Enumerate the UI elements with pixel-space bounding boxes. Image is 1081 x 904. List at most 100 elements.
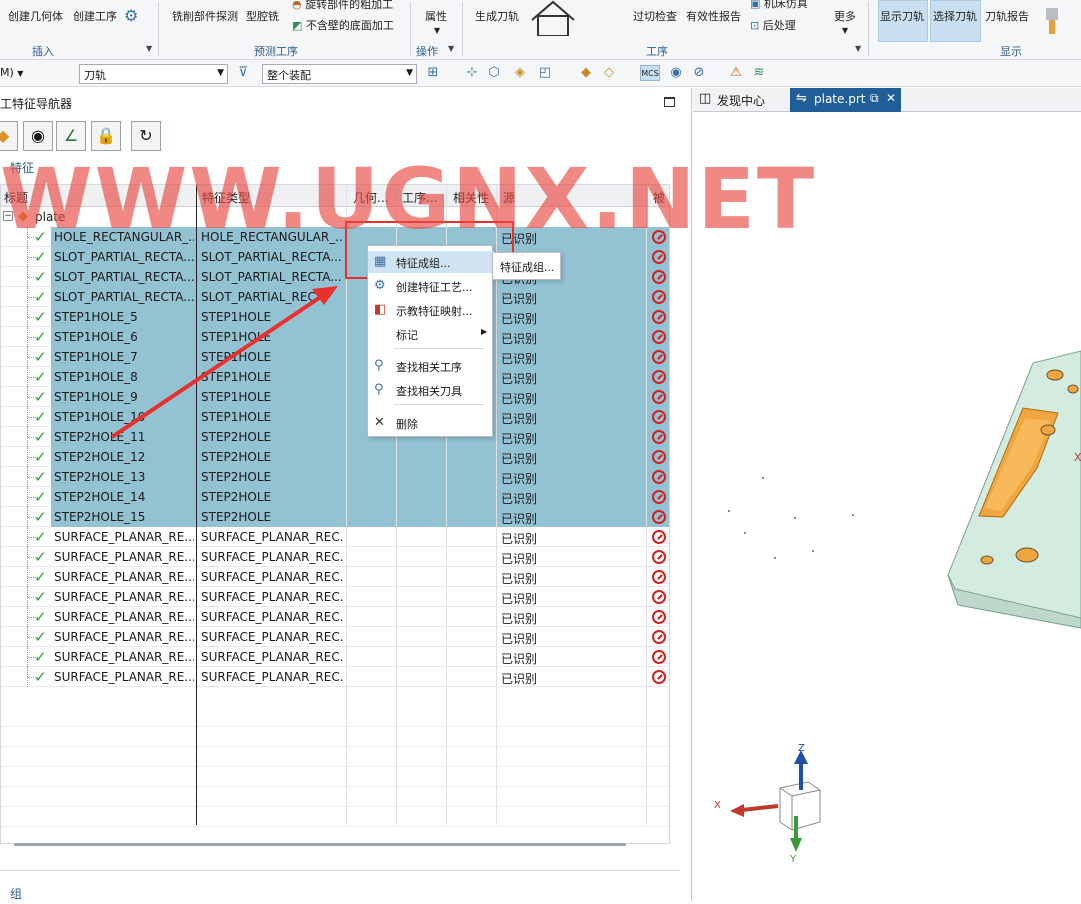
menu-item-feature-group[interactable]: ▦ 特征成组... [368, 251, 494, 273]
rotate-part-rough-button[interactable]: ◓ 旋转部件的粗加工 [292, 0, 393, 12]
chevron-down-icon[interactable]: ▼ [842, 26, 848, 35]
table-row[interactable]: ✓ STEP1HOLE_5 STEP1HOLE 已识别 [1, 307, 669, 327]
table-row[interactable]: ✓ STEP1HOLE_7 STEP1HOLE 已识别 [1, 347, 669, 367]
find-operation-icon: ⚲ [374, 358, 384, 373]
maximize-icon[interactable] [664, 97, 675, 107]
select-toolpath-button[interactable]: 选择刀轨 [933, 8, 977, 24]
table-row[interactable]: ✓ STEP1HOLE_10 STEP1HOLE 已识别 [1, 407, 669, 427]
column-header-relevance[interactable]: 相关性 [453, 189, 489, 206]
generate-toolpath-button[interactable]: 生成刀轨 [475, 8, 519, 24]
column-header-geometry[interactable]: 几何... [353, 189, 388, 206]
submenu[interactable]: 特征成组... [492, 252, 561, 280]
chevron-down-icon[interactable]: ▼ [448, 44, 454, 53]
table-row[interactable]: ✓ SURFACE_PLANAR_RE... SURFACE_PLANAR_REC.… [1, 607, 669, 627]
table-row[interactable]: ✓ STEP1HOLE_9 STEP1HOLE 已识别 [1, 387, 669, 407]
show-toolpath-button[interactable]: 显示刀轨 [880, 8, 924, 24]
table-row[interactable]: ✓ SURFACE_PLANAR_RE... SURFACE_PLANAR_REC.… [1, 527, 669, 547]
close-icon[interactable]: ✕ [886, 91, 896, 105]
menu-item-find-operation[interactable]: ⚲ 查找相关工序 [368, 355, 494, 377]
chevron-down-icon[interactable]: ▼ [855, 44, 861, 53]
empty-row [1, 787, 669, 807]
type-filter-combo[interactable]: 刀轨 ▼ [79, 64, 228, 84]
table-row[interactable]: ✓ STEP2HOLE_12 STEP2HOLE 已识别 [1, 447, 669, 467]
validity-report-button[interactable]: 有效性报告 [686, 8, 741, 24]
solid-icon[interactable]: ◆ [578, 65, 594, 81]
refresh-icon[interactable]: ↻ [131, 121, 161, 151]
popout-icon[interactable]: ⧉ [870, 91, 879, 106]
feature-title: STEP2HOLE_11 [54, 430, 146, 444]
table-row[interactable]: ✓ SURFACE_PLANAR_RE... SURFACE_PLANAR_REC.… [1, 587, 669, 607]
table-row[interactable]: ✓ STEP2HOLE_11 STEP2HOLE 已识别 [1, 427, 669, 447]
feature-type: SLOT_PARTIAL_RECTA... [201, 270, 342, 284]
feature-tool-icon[interactable]: ◆ [0, 121, 18, 151]
lock-view-icon[interactable]: 🔒 [91, 121, 121, 151]
scope-combo[interactable]: 整个装配 ▼ [262, 64, 417, 84]
column-header-source[interactable]: 源 [503, 189, 515, 206]
chevron-down-icon[interactable]: ▼ [434, 26, 440, 35]
snap-icon[interactable]: ⊞ [425, 65, 441, 81]
overcut-check-button[interactable]: 过切检查 [633, 8, 677, 24]
floor-icon: ◩ [292, 19, 306, 32]
table-row[interactable]: ✓ SURFACE_PLANAR_RE... SURFACE_PLANAR_REC.… [1, 627, 669, 647]
box-select-icon[interactable]: ◰ [537, 65, 553, 81]
hexagon-icon[interactable]: ⬡ [486, 65, 502, 81]
chevron-down-icon[interactable]: ▼ [146, 44, 152, 53]
tab-discover-center[interactable]: ◫ 发现中心 [693, 88, 788, 112]
menu-item-delete[interactable]: ✕ 删除 [368, 412, 494, 434]
view-feature-icon[interactable]: ◉ [23, 121, 53, 151]
attributes-button[interactable]: 属性 [425, 8, 447, 24]
table-row[interactable]: ✓ STEP1HOLE_8 STEP1HOLE 已识别 [1, 367, 669, 387]
menu-item-mark[interactable]: 标记 ▶ [368, 323, 494, 345]
column-header-operation[interactable]: 工序... [402, 189, 437, 206]
table-row[interactable]: ✓ SLOT_PARTIAL_RECTA... SLOT_PARTIAL_REC..… [1, 287, 669, 307]
table-row[interactable]: ✓ SURFACE_PLANAR_RE... SURFACE_PLANAR_REC.… [1, 567, 669, 587]
table-row[interactable]: ✓ SURFACE_PLANAR_RE... SURFACE_PLANAR_REC.… [1, 667, 669, 687]
menu-item-create-process[interactable]: ⚙ 创建特征工艺... [368, 275, 494, 297]
table-row[interactable]: ✓ SURFACE_PLANAR_RE... SURFACE_PLANAR_REC.… [1, 547, 669, 567]
table-row[interactable]: ✓ SLOT_PARTIAL_RECTA... SLOT_PARTIAL_RECTA… [1, 267, 669, 287]
feature-title: SURFACE_PLANAR_RE... [54, 650, 194, 664]
layers-icon[interactable]: ≋ [751, 65, 767, 81]
postprocess-button[interactable]: ⊡ 后处理 [750, 17, 796, 33]
machine-sim-button[interactable]: ▣ 机床仿真 [750, 0, 808, 11]
table-row[interactable]: ✓ STEP1HOLE_6 STEP1HOLE 已识别 [1, 327, 669, 347]
more-button[interactable]: 更多 [834, 8, 856, 24]
warning-icon[interactable]: ⚠ [728, 65, 744, 81]
x-axis-label: X [714, 800, 721, 811]
create-operation-button[interactable]: 创建工序 [73, 8, 117, 24]
house-icon[interactable] [528, 0, 578, 36]
table-row[interactable]: ✓ SURFACE_PLANAR_RE... SURFACE_PLANAR_REC.… [1, 647, 669, 667]
menu-item-find-tool[interactable]: ⚲ 查找相关刀具 [368, 379, 494, 401]
hide-icon[interactable]: ⊘ [691, 65, 707, 81]
milling-part-probe-button[interactable]: 铣削部件探测 [172, 8, 238, 24]
table-row[interactable]: ✓ STEP2HOLE_15 STEP2HOLE 已识别 [1, 507, 669, 527]
menu-item-teach-mapping[interactable]: ◧ 示教特征映射... [368, 299, 494, 321]
snap-point-icon[interactable]: ⊹ [464, 65, 480, 81]
column-header-status[interactable]: 被 [653, 189, 665, 206]
tab-plate-prt[interactable]: ⇋ plate.prt ⧉ ✕ [790, 88, 901, 112]
cube-select-icon[interactable]: ◈ [512, 65, 528, 81]
solid-group-icon[interactable]: ◇ [601, 65, 617, 81]
horizontal-scrollbar[interactable] [14, 843, 626, 846]
cavity-mill-button[interactable]: 型腔铣 [246, 8, 279, 24]
no-wall-floor-button[interactable]: ◩ 不含壁的底面加工 [292, 17, 394, 33]
table-row[interactable]: ✓ STEP2HOLE_14 STEP2HOLE 已识别 [1, 487, 669, 507]
graphics-window[interactable]: X Z X Y [693, 113, 1081, 901]
tree-root-row[interactable]: − ◆ plate [1, 207, 669, 227]
table-row[interactable]: ✓ HOLE_RECTANGULAR_... HOLE_RECTANGULAR_..… [1, 227, 669, 247]
toolpath-report-button[interactable]: 刀轨报告 [985, 8, 1029, 24]
selection-filter-combo[interactable]: M) ▼ [0, 66, 23, 79]
create-geometry-button[interactable]: 创建几何体 [8, 8, 63, 24]
table-row[interactable]: ✓ SLOT_PARTIAL_RECTA... SLOT_PARTIAL_RECTA… [1, 247, 669, 267]
tool-icon[interactable] [1042, 6, 1062, 36]
eye-icon[interactable]: ◉ [668, 65, 684, 81]
check-icon: ✓ [34, 228, 47, 246]
axis-view-icon[interactable]: ∠ [56, 121, 86, 151]
filter-icon[interactable]: ⊽ [235, 65, 251, 81]
column-header-title[interactable]: 标题 [4, 189, 28, 206]
mcs-icon[interactable]: MCS [640, 65, 660, 81]
machine-tool-icon[interactable]: ⚙ [124, 6, 138, 25]
table-row[interactable]: ✓ STEP2HOLE_13 STEP2HOLE 已识别 [1, 467, 669, 487]
column-header-type[interactable]: 特征类型 [202, 189, 250, 206]
collapse-icon[interactable]: − [3, 211, 13, 221]
